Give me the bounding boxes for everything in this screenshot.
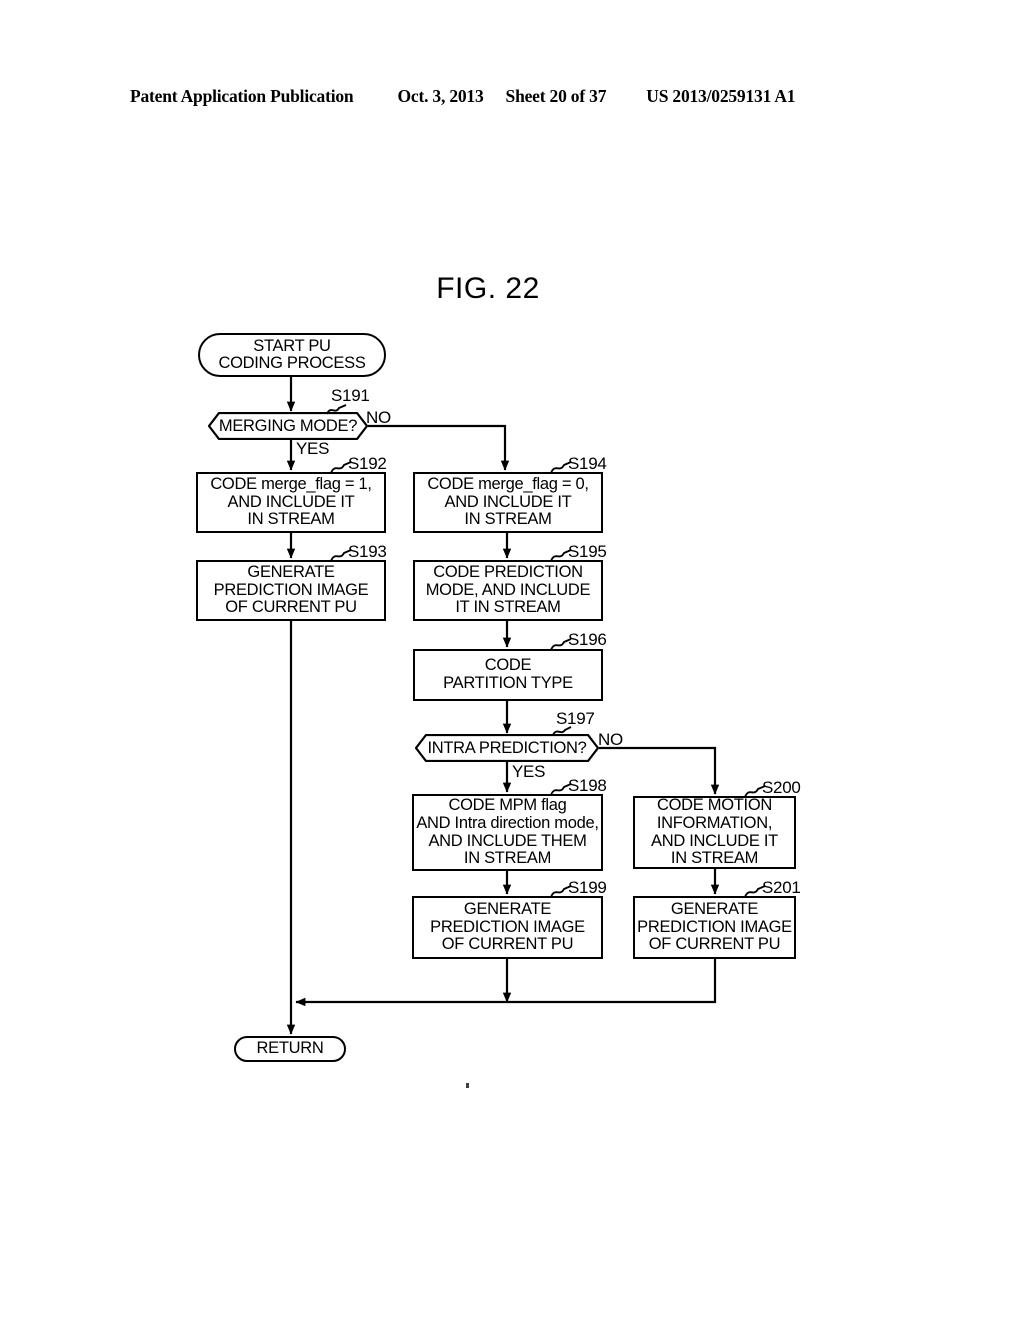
leader-squiggle-s201	[744, 885, 766, 898]
connector-s197-no-to-s200	[599, 746, 720, 795]
step-label-s201: S201	[762, 878, 801, 897]
step-label-s193: S193	[348, 542, 387, 561]
node-s197-label: INTRA PREDICTION?	[427, 738, 587, 757]
leader-squiggle-s192	[330, 461, 352, 474]
leader-squiggle-s197	[552, 726, 572, 736]
leader-squiggle-s195	[550, 549, 572, 562]
step-label-s192: S192	[348, 454, 387, 473]
step-label-s198: S198	[568, 776, 607, 795]
node-s199-label: GENERATE PREDICTION IMAGE OF CURRENT PU	[430, 900, 585, 954]
leader-squiggle-s191	[326, 404, 347, 415]
node-s196-code-partition-type: CODE PARTITION TYPE	[413, 649, 603, 701]
step-label-s196: S196	[568, 630, 607, 649]
node-s199-generate-prediction-image: GENERATE PREDICTION IMAGE OF CURRENT PU	[412, 896, 603, 959]
node-s200-code-motion-information: CODE MOTION INFORMATION, AND INCLUDE IT …	[633, 796, 796, 869]
leader-squiggle-s200	[744, 785, 766, 798]
branch-label-s191-yes: YES	[296, 439, 330, 458]
flowchart-diagram: START PU CODING PROCESS MERGING MODE? S1…	[0, 0, 1024, 1320]
step-label-s200: S200	[762, 778, 801, 797]
node-s198-label: CODE MPM flag AND Intra direction mode, …	[416, 796, 599, 868]
branch-label-s197-no: NO	[598, 730, 623, 749]
branch-label-s197-yes: YES	[512, 762, 546, 781]
step-label-s195: S195	[568, 542, 607, 561]
node-s191-merging-mode-decision: MERGING MODE?	[208, 412, 368, 440]
node-s195-code-prediction-mode: CODE PREDICTION MODE, AND INCLUDE IT IN …	[413, 560, 603, 621]
node-s196-label: CODE PARTITION TYPE	[443, 656, 573, 692]
node-s193-label: GENERATE PREDICTION IMAGE OF CURRENT PU	[213, 563, 369, 617]
node-start-label: START PU CODING PROCESS	[218, 336, 366, 372]
node-start-pu-coding-process: START PU CODING PROCESS	[198, 333, 386, 377]
node-s197-intra-prediction-decision: INTRA PREDICTION?	[415, 734, 599, 762]
leader-squiggle-s199	[550, 885, 572, 898]
node-s194-label: CODE merge_flag = 0, AND INCLUDE IT IN S…	[427, 475, 589, 529]
leader-squiggle-s193	[330, 549, 352, 562]
node-return: RETURN	[234, 1036, 346, 1062]
node-s192-label: CODE merge_flag = 1, AND INCLUDE IT IN S…	[210, 475, 372, 529]
node-s193-generate-prediction-image: GENERATE PREDICTION IMAGE OF CURRENT PU	[196, 560, 386, 621]
node-s198-code-mpm-flag: CODE MPM flag AND Intra direction mode, …	[412, 794, 603, 871]
node-s192-code-merge-flag-1: CODE merge_flag = 1, AND INCLUDE IT IN S…	[196, 472, 386, 533]
leader-squiggle-s196	[550, 638, 572, 651]
node-s191-label: MERGING MODE?	[218, 416, 358, 435]
node-s195-label: CODE PREDICTION MODE, AND INCLUDE IT IN …	[425, 563, 591, 617]
node-return-label: RETURN	[256, 1039, 324, 1058]
leader-squiggle-s194	[550, 461, 572, 474]
node-s201-generate-prediction-image: GENERATE PREDICTION IMAGE OF CURRENT PU	[633, 896, 796, 959]
node-s201-label: GENERATE PREDICTION IMAGE OF CURRENT PU	[637, 900, 792, 954]
connector-s191-no-to-s194	[368, 424, 510, 471]
node-s194-code-merge-flag-0: CODE merge_flag = 0, AND INCLUDE IT IN S…	[413, 472, 603, 533]
step-label-s199: S199	[568, 878, 607, 897]
node-s200-label: CODE MOTION INFORMATION, AND INCLUDE IT …	[651, 796, 778, 868]
leader-squiggle-s198	[550, 783, 572, 796]
scan-artifact-dot	[466, 1083, 469, 1088]
connector-s201-to-merge	[295, 959, 717, 1007]
step-label-s191: S191	[331, 386, 370, 405]
step-label-s194: S194	[568, 454, 607, 473]
